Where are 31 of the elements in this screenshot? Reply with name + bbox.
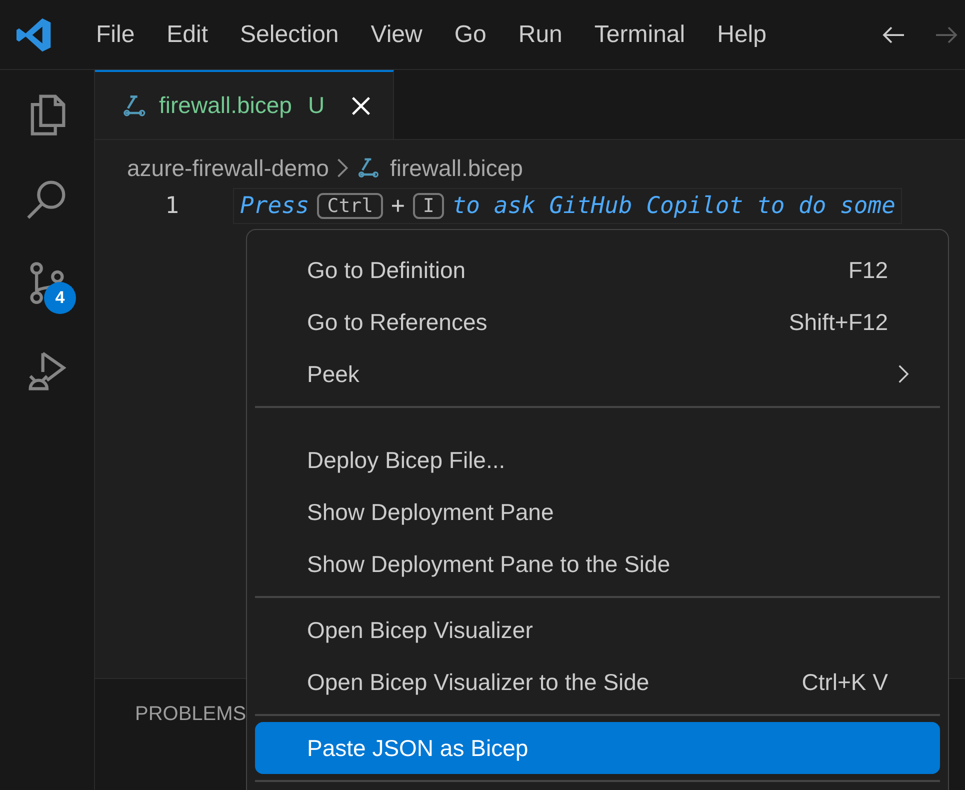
panel-tab[interactable]: PROBLEMS <box>135 703 246 725</box>
menu-item[interactable]: Peek <box>255 348 940 400</box>
menu-item[interactable]: Go to Definition F12 <box>255 244 940 296</box>
menu-item[interactable]: Show Deployment Pane to the Side <box>255 538 940 590</box>
breadcrumb-folder[interactable]: azure-firewall-demo <box>127 154 329 182</box>
editor-tab[interactable]: firewall.bicep U <box>95 70 394 139</box>
menu-item[interactable]: Show Deployment Pane <box>255 486 940 538</box>
notification-badge: 4 <box>44 282 76 314</box>
menu-item[interactable]: Selection <box>224 20 355 48</box>
menu-item[interactable]: Go <box>438 20 502 48</box>
chevron-right-icon <box>336 158 348 178</box>
menu-item[interactable]: Edit <box>150 20 224 48</box>
hint-text: Press <box>240 193 310 219</box>
line-number: 1 <box>164 193 180 219</box>
menu-item[interactable]: Open Bicep Visualizer to the Side Ctrl+K V <box>255 656 940 708</box>
keyboard-key: I <box>412 193 444 219</box>
key-joiner: + <box>391 193 405 219</box>
menu-item[interactable]: Run <box>502 20 578 48</box>
breadcrumb-file[interactable]: firewall.bicep <box>390 154 523 182</box>
menu-item[interactable]: File <box>80 20 151 48</box>
tab-title: firewall.bicep <box>159 92 292 119</box>
menu-item[interactable]: View <box>354 20 438 48</box>
menu-item[interactable]: Paste JSON as Bicep <box>255 722 940 774</box>
menu-item[interactable]: Open Bicep Visualizer <box>255 604 940 656</box>
keyboard-key: Ctrl <box>317 193 384 219</box>
menu-item[interactable]: Deploy Bicep File... <box>255 434 940 486</box>
menu-item[interactable]: Help <box>701 20 782 48</box>
untracked-status: U <box>308 92 325 119</box>
menu-item[interactable]: Terminal <box>578 20 702 48</box>
hint-text: to ask GitHub Copilot to do some <box>452 193 896 219</box>
menu-item[interactable]: Go to References Shift+F12 <box>255 296 940 348</box>
